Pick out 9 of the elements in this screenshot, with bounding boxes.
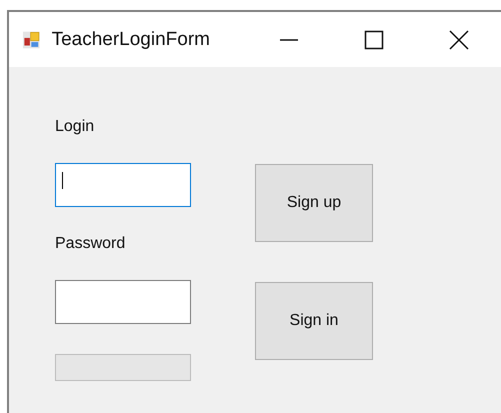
form-button[interactable]: Sign up: [255, 164, 373, 242]
field-label: Password: [55, 234, 126, 254]
input-field[interactable]: [55, 280, 191, 324]
close-icon[interactable]: [448, 30, 470, 50]
window-title: TeacherLoginForm: [52, 28, 210, 50]
form-button[interactable]: Sign in: [255, 282, 373, 360]
maximize-icon[interactable]: [362, 30, 384, 50]
input-field[interactable]: [55, 163, 191, 207]
field-label: Login: [55, 117, 94, 137]
